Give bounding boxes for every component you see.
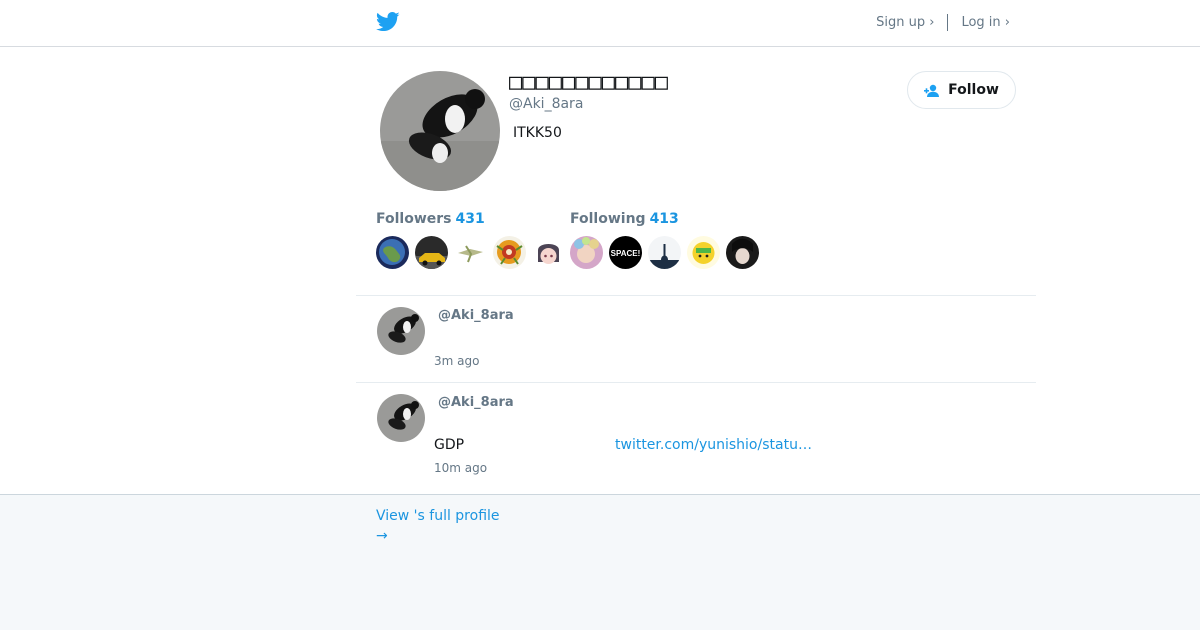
tweet-text: GDP (434, 437, 465, 453)
svg-text:SPACE!: SPACE! (611, 249, 641, 258)
full-profile-label: View 's full profile (376, 508, 500, 524)
follower-avatar[interactable] (532, 236, 565, 269)
divider (356, 295, 1036, 296)
followers-stat[interactable]: Followers 431 (376, 211, 485, 227)
follow-label: Follow (948, 82, 999, 98)
tweet-avatar[interactable] (377, 307, 425, 355)
following-avatar[interactable] (648, 236, 681, 269)
auth-links: Sign up › Log in › (876, 14, 1010, 31)
tweet-timestamp[interactable]: 3m ago (434, 354, 479, 368)
signup-link[interactable]: Sign up › (876, 15, 934, 30)
tweet-link[interactable]: twitter.com/yunishio/statu… (615, 437, 812, 453)
followers-label: Followers (376, 211, 452, 227)
follower-avatar[interactable] (493, 236, 526, 269)
following-avatar[interactable] (687, 236, 720, 269)
profile-avatar[interactable] (380, 71, 500, 191)
following-avatar[interactable]: SPACE! (609, 236, 642, 269)
following-avatar[interactable] (570, 236, 603, 269)
follower-avatar[interactable] (415, 236, 448, 269)
followers-avatars (376, 236, 565, 269)
following-label: Following (570, 211, 646, 227)
full-profile-link[interactable]: View 's full profile → (376, 506, 500, 546)
arrow-right-icon: → (376, 528, 388, 544)
display-name: □□□□□□□□□□□□ (509, 70, 668, 95)
following-avatars: SPACE! (570, 236, 759, 269)
tweet-handle[interactable]: @Aki_8ara (438, 395, 514, 410)
following-avatar[interactable] (726, 236, 759, 269)
follower-avatar[interactable] (454, 236, 487, 269)
tweet-timestamp[interactable]: 10m ago (434, 461, 487, 475)
profile-bio: ITKK50 (513, 125, 562, 141)
following-stat[interactable]: Following 413 (570, 211, 679, 227)
footer: View 's full profile → (0, 494, 1200, 630)
profile-handle: @Aki_8ara (509, 96, 584, 112)
following-count: 413 (649, 211, 679, 227)
divider (356, 382, 1036, 383)
twitter-bird-icon[interactable] (376, 11, 400, 33)
divider (947, 14, 949, 31)
add-user-icon (924, 84, 940, 97)
follow-button[interactable]: Follow (907, 71, 1016, 109)
tweet-handle[interactable]: @Aki_8ara (438, 308, 514, 323)
follower-avatar[interactable] (376, 236, 409, 269)
followers-count: 431 (455, 211, 485, 227)
tweet-avatar[interactable] (377, 394, 425, 442)
top-bar: Sign up › Log in › (0, 0, 1200, 47)
login-link[interactable]: Log in › (961, 15, 1010, 30)
